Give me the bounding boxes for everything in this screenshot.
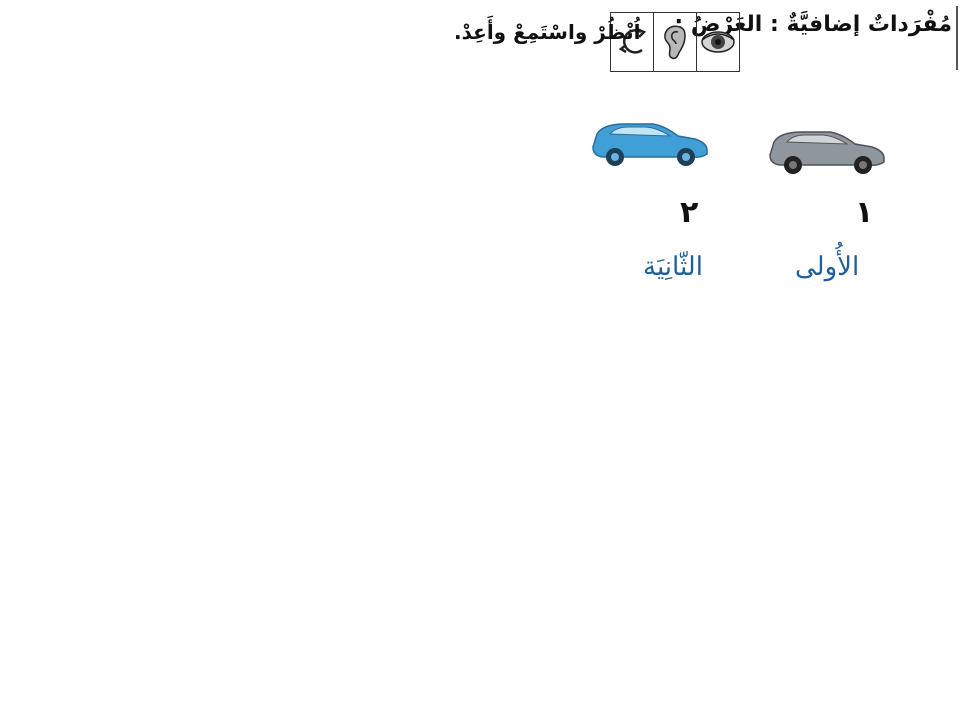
vehicle-2: ٢ الثّانِيَة [585, 112, 735, 282]
car-image [592, 123, 708, 166]
ear-icon [654, 13, 697, 71]
car-image [769, 131, 885, 174]
header-instruction: اُنْظُرْ واسْتَمِعْ وأَعِدْ. [454, 20, 641, 44]
vehicle-label: الثّانِيَة [643, 252, 703, 282]
vehicle-label: الأُولى [795, 252, 860, 282]
vehicle-number: ٢ [680, 195, 699, 230]
header-divider [956, 6, 958, 70]
lesson-header: مُفْرَداتٌ إضافيَّةٌ : العَرْضُ : اُنْظُ… [440, 6, 960, 72]
vehicle-number: ١ [855, 195, 874, 230]
vehicle-1: ١ الأُولى [760, 120, 910, 282]
eye-icon [697, 13, 739, 71]
